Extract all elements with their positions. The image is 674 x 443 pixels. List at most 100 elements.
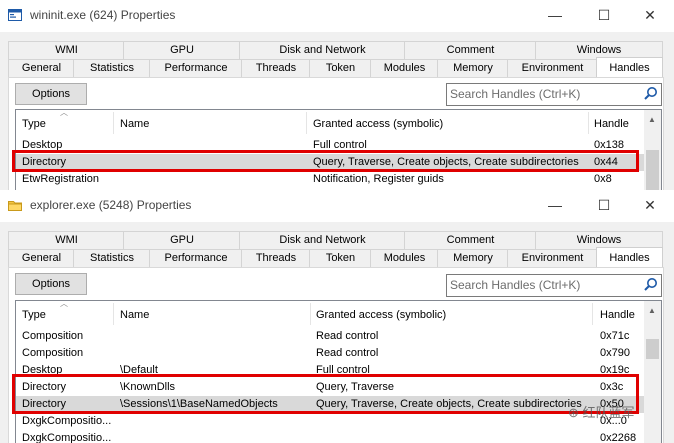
minimize-button[interactable]: — — [540, 4, 570, 26]
tab-threads[interactable]: Threads — [241, 249, 311, 267]
column-separator[interactable] — [310, 303, 311, 325]
minimize-icon: — — [548, 7, 562, 23]
cell-access: Full control — [313, 139, 367, 151]
handles-list[interactable]: ︿ Type Name Granted access (symbolic) Ha… — [15, 300, 662, 443]
maximize-button[interactable]: ☐ — [589, 4, 619, 26]
tab-general[interactable]: General — [8, 59, 75, 77]
cell-type: Composition — [22, 330, 84, 342]
tab-modules[interactable]: Modules — [370, 249, 439, 267]
cell-type: Desktop — [22, 364, 63, 376]
tab-handles[interactable]: Handles — [596, 57, 663, 78]
table-row[interactable]: Directory \KnownDlls Query, Traverse 0x3… — [16, 379, 644, 396]
search-input[interactable]: Search Handles (Ctrl+K) — [446, 274, 662, 297]
vertical-scrollbar[interactable]: ▲ — [644, 110, 661, 190]
cell-handle: 0x19c — [600, 364, 630, 376]
tab-gpu[interactable]: GPU — [123, 41, 241, 59]
tab-wmi[interactable]: WMI — [8, 231, 125, 249]
tab-handles[interactable]: Handles — [596, 247, 663, 268]
handles-list[interactable]: ︿ Type Name Granted access (symbolic) Ha… — [15, 109, 662, 190]
tab-gpu[interactable]: GPU — [123, 231, 241, 249]
minimize-button[interactable]: — — [540, 194, 570, 216]
tab-memory[interactable]: Memory — [437, 59, 509, 77]
table-row[interactable]: Desktop \Default Full control 0x19c — [16, 362, 644, 379]
tab-environment[interactable]: Environment — [507, 59, 598, 77]
tab-comment[interactable]: Comment — [404, 41, 537, 59]
table-row[interactable]: DxgkCompositio... 0x2268 — [16, 430, 644, 443]
table-row-selected[interactable]: Directory \Sessions\1\BaseNamedObjects Q… — [16, 396, 644, 413]
column-type[interactable]: Type — [22, 118, 46, 130]
table-row[interactable]: DxgkCompositio... 0x...0 — [16, 413, 644, 430]
cell-handle: 0x790 — [600, 347, 630, 359]
column-separator[interactable] — [588, 112, 589, 134]
tab-statistics[interactable]: Statistics — [73, 59, 151, 77]
column-handle[interactable]: Handle — [600, 309, 635, 321]
column-name[interactable]: Name — [120, 118, 149, 130]
tab-general[interactable]: General — [8, 249, 75, 267]
tab-wmi[interactable]: WMI — [8, 41, 125, 59]
search-placeholder: Search Handles (Ctrl+K) — [450, 278, 581, 292]
close-icon: ✕ — [644, 6, 656, 23]
column-granted-access[interactable]: Granted access (symbolic) — [313, 118, 443, 130]
cell-access: Query, Traverse — [316, 381, 395, 393]
watermark: ⊛ 红队蓝军 — [568, 402, 635, 421]
cell-handle: 0x8 — [594, 173, 612, 185]
list-header: ︿ Type Name Granted access (symbolic) Ha… — [16, 301, 644, 327]
tab-token[interactable]: Token — [309, 59, 372, 77]
column-name[interactable]: Name — [120, 309, 149, 321]
cell-type: Directory — [22, 398, 67, 410]
watermark-text: 红队蓝军 — [582, 405, 635, 420]
column-separator[interactable] — [306, 112, 307, 134]
cell-type: DxgkCompositio... — [22, 432, 112, 443]
cell-access: Notification, Register guids — [313, 173, 444, 185]
tab-comment[interactable]: Comment — [404, 231, 537, 249]
table-row[interactable]: Composition Read control 0x790 — [16, 345, 644, 362]
column-separator[interactable] — [113, 303, 114, 325]
cell-type: Composition — [22, 347, 84, 359]
tab-threads[interactable]: Threads — [241, 59, 311, 77]
cell-access: Read control — [316, 347, 379, 359]
sort-caret-icon: ︿ — [60, 300, 68, 308]
table-row[interactable]: Composition Read control 0x71c — [16, 328, 644, 345]
column-type[interactable]: Type — [22, 309, 46, 321]
close-button[interactable]: ✕ — [635, 4, 665, 26]
table-row-selected[interactable]: Directory Query, Traverse, Create object… — [16, 154, 644, 171]
options-button[interactable]: Options — [15, 273, 87, 295]
scroll-up-arrow-icon[interactable]: ▲ — [648, 115, 656, 124]
table-row[interactable]: Desktop Full control 0x138 — [16, 137, 644, 154]
maximize-button[interactable]: ☐ — [589, 194, 619, 216]
folder-icon — [8, 201, 22, 211]
cell-access: Query, Traverse, Create objects, Create … — [313, 156, 579, 168]
list-header: ︿ Type Name Granted access (symbolic) Ha… — [16, 110, 644, 136]
cell-name: \Default — [120, 364, 158, 376]
table-row[interactable]: EtwRegistration Notification, Register g… — [16, 171, 644, 188]
options-button[interactable]: Options — [15, 83, 87, 105]
maximize-icon: ☐ — [597, 6, 611, 23]
scrollbar-thumb[interactable] — [646, 339, 659, 359]
vertical-scrollbar[interactable]: ▲ — [644, 301, 661, 443]
close-button[interactable]: ✕ — [635, 194, 665, 216]
search-placeholder: Search Handles (Ctrl+K) — [450, 87, 581, 101]
tab-row-bottom: General Statistics Performance Threads T… — [8, 247, 663, 268]
cell-handle: 0x138 — [594, 139, 624, 151]
scrollbar-thumb[interactable] — [646, 150, 659, 190]
tab-environment[interactable]: Environment — [507, 249, 598, 267]
scroll-up-arrow-icon[interactable]: ▲ — [648, 306, 656, 315]
tab-disk-network[interactable]: Disk and Network — [239, 41, 406, 59]
tab-row-bottom: General Statistics Performance Threads T… — [8, 57, 663, 78]
column-separator[interactable] — [592, 303, 593, 325]
tab-statistics[interactable]: Statistics — [73, 249, 151, 267]
column-granted-access[interactable]: Granted access (symbolic) — [316, 309, 446, 321]
cell-type: EtwRegistration — [22, 173, 100, 185]
tab-memory[interactable]: Memory — [437, 249, 509, 267]
cell-access: Query, Traverse, Create objects, Create … — [316, 398, 582, 410]
tab-performance[interactable]: Performance — [149, 249, 243, 267]
watermark-logo-icon: ⊛ — [568, 405, 583, 420]
tab-disk-network[interactable]: Disk and Network — [239, 231, 406, 249]
tab-modules[interactable]: Modules — [370, 59, 439, 77]
search-input[interactable]: Search Handles (Ctrl+K) — [446, 83, 662, 106]
tab-token[interactable]: Token — [309, 249, 372, 267]
column-handle[interactable]: Handle — [594, 118, 629, 130]
tab-performance[interactable]: Performance — [149, 59, 243, 77]
sort-caret-icon: ︿ — [60, 109, 68, 117]
column-separator[interactable] — [113, 112, 114, 134]
